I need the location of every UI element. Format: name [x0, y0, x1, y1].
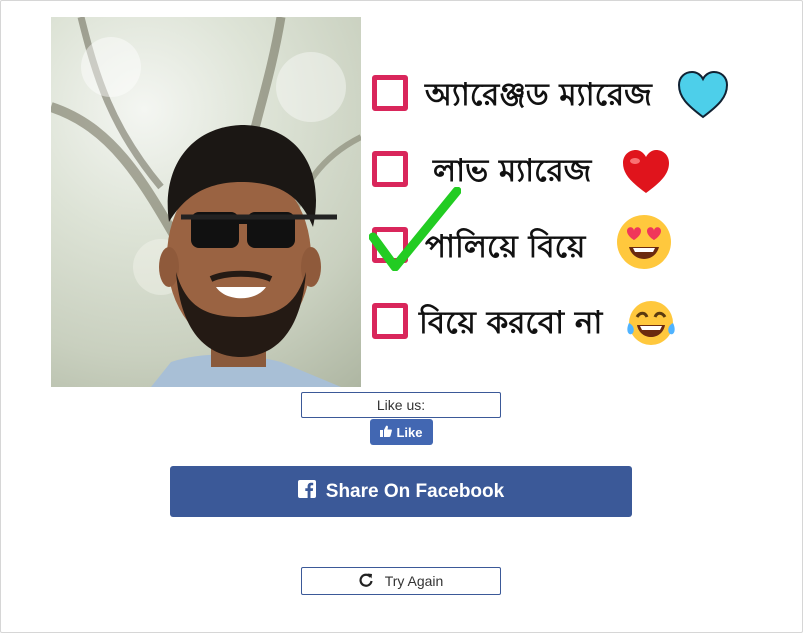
option-arranged-marriage: অ্যারেঞ্জড ম্যারেজ	[369, 70, 729, 131]
option-label: বিয়ে করবো না	[419, 305, 603, 341]
share-button-label: Share On Facebook	[325, 480, 505, 502]
checkbox	[372, 303, 408, 339]
tears-of-joy-face-icon	[625, 297, 677, 353]
like-button[interactable]: Like	[370, 419, 433, 445]
blue-heart-icon	[677, 70, 729, 123]
profile-photo	[51, 17, 361, 387]
option-elope: পালিয়ে বিয়ে	[368, 186, 729, 283]
like-us-label: Like us:	[376, 397, 426, 413]
like-us-box: Like us:	[301, 392, 501, 418]
heart-eyes-face-icon	[615, 213, 673, 275]
try-again-label: Try Again	[384, 573, 444, 589]
thumbs-up-icon	[380, 425, 393, 440]
red-heart-icon	[621, 149, 671, 199]
checkbox	[372, 75, 408, 111]
refresh-icon	[359, 573, 373, 590]
checkbox	[372, 151, 408, 187]
option-label: অ্যারেঞ্জড ম্যারেজ	[425, 77, 652, 113]
result-image: অ্যারেঞ্জড ম্যারেজ লাভ ম্যারেজ পালিয়ে ব…	[51, 17, 729, 387]
options-list: অ্যারেঞ্জড ম্যারেজ লাভ ম্যারেজ পালিয়ে ব…	[368, 17, 729, 387]
facebook-icon	[297, 479, 316, 504]
share-on-facebook-button[interactable]: Share On Facebook	[170, 466, 632, 517]
option-label: পালিয়ে বিয়ে	[425, 229, 586, 265]
like-button-label: Like	[396, 424, 423, 440]
try-again-button[interactable]: Try Again	[301, 567, 501, 595]
option-no-marriage: বিয়ে করবো না	[369, 299, 729, 359]
